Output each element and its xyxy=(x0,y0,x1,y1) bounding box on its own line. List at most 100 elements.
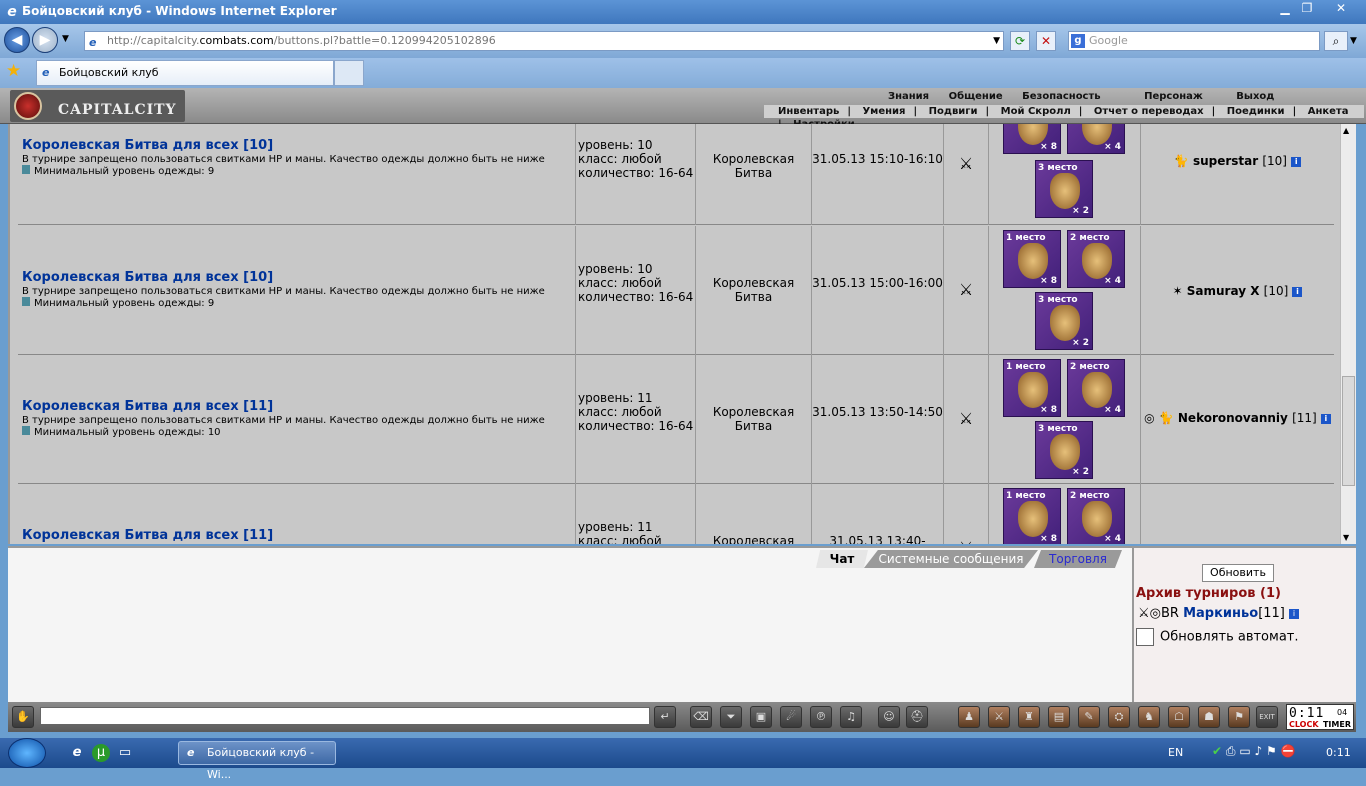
tab-chat[interactable]: Чат xyxy=(816,550,868,568)
monk-icon[interactable]: ♟ xyxy=(958,706,980,728)
taskbar-clock[interactable]: 0:11 xyxy=(1326,746,1351,759)
pl-icon[interactable]: ℗ xyxy=(810,706,832,728)
prize-first[interactable]: 1 место × 8 xyxy=(1003,488,1061,544)
search-icon[interactable]: ⌕ xyxy=(1324,31,1348,51)
flag-icon[interactable]: ⚑ xyxy=(1228,706,1250,728)
save-icon[interactable]: ▣ xyxy=(750,706,772,728)
crossed-swords-icon[interactable]: ⚔ xyxy=(944,124,989,225)
winner-name[interactable]: Nekoronovanniy xyxy=(1178,411,1288,425)
tournament-scrollbar[interactable]: ▲ ▼ xyxy=(1340,124,1356,544)
tab-trade[interactable]: Торговля xyxy=(1034,550,1122,568)
address-dropdown-icon[interactable]: ▼ xyxy=(993,32,1000,50)
address-bar[interactable]: e http://capitalcity.combats.com/buttons… xyxy=(84,31,1004,51)
stop-icon[interactable]: ✕ xyxy=(1036,31,1056,51)
ie-quicklaunch-icon[interactable]: e xyxy=(68,744,86,762)
archive-link[interactable]: Архив турниров (1) xyxy=(1136,586,1281,601)
prize-second[interactable]: × 4 xyxy=(1067,124,1125,154)
prize-first[interactable]: × 8 xyxy=(1003,124,1061,154)
exit-icon[interactable]: EXIT xyxy=(1256,706,1278,728)
search-options-icon[interactable]: ▼ xyxy=(1350,36,1357,46)
submenu-my-scroll[interactable]: Мой Скролл xyxy=(1001,105,1071,118)
crossed-swords-icon[interactable]: ⚔ xyxy=(944,355,989,484)
fighter-icon[interactable]: ☄ xyxy=(780,706,802,728)
language-indicator[interactable]: EN xyxy=(1168,746,1183,759)
sword-icon[interactable]: ⚔ xyxy=(988,706,1010,728)
submenu-battles[interactable]: Поединки xyxy=(1227,105,1285,118)
prize-third[interactable]: 3 место × 2 xyxy=(1035,292,1093,350)
capitalcity-logo[interactable]: CAPITALCITY xyxy=(10,90,185,122)
tray-shield-icon[interactable]: ✔ xyxy=(1212,744,1222,758)
tournament-title[interactable]: Королевская Битва для всех [11] xyxy=(22,528,575,543)
tray-antivirus-icon[interactable]: ⛔ xyxy=(1281,744,1296,758)
submenu-skills[interactable]: Умения xyxy=(862,105,905,118)
armor-icon[interactable]: ♞ xyxy=(1138,706,1160,728)
info-icon[interactable]: i xyxy=(1291,156,1302,167)
scroll-down-icon[interactable]: ▼ xyxy=(1343,533,1349,542)
history-dropdown-icon[interactable]: ▼ xyxy=(62,34,69,44)
info-icon[interactable]: i xyxy=(1320,413,1331,424)
submenu-inventory[interactable]: Инвентарь xyxy=(778,105,839,118)
map-icon[interactable]: ⛭ xyxy=(1108,706,1130,728)
maximize-icon[interactable]: ❐ xyxy=(1296,0,1318,18)
search-input[interactable]: g Google xyxy=(1068,31,1320,51)
prize-first[interactable]: 1 место × 8 xyxy=(1003,230,1061,288)
auto-refresh-checkbox[interactable] xyxy=(1136,628,1154,646)
prize-third[interactable]: 3 место × 2 xyxy=(1035,421,1093,479)
submenu-feats[interactable]: Подвиги xyxy=(929,105,978,118)
sound-icon[interactable]: ♫ xyxy=(840,706,862,728)
helmet-icon[interactable]: ⛑ xyxy=(906,706,928,728)
clear-icon[interactable]: ⌫ xyxy=(690,706,712,728)
taskbar-ie-window[interactable]: e Бойцовский клуб - Wi... xyxy=(178,741,336,781)
menu-knowledge[interactable]: Знания xyxy=(888,91,929,102)
close-icon[interactable]: ✕ xyxy=(1330,0,1352,18)
start-button[interactable] xyxy=(8,738,46,768)
menu-communication[interactable]: Общение xyxy=(949,91,1003,102)
submenu-profile[interactable]: Анкета xyxy=(1308,105,1349,118)
new-tab-button[interactable] xyxy=(334,60,364,86)
info-icon[interactable]: i xyxy=(1292,286,1303,297)
bag-icon[interactable]: ♜ xyxy=(1018,706,1040,728)
scroll-up-icon[interactable]: ▲ xyxy=(1343,126,1349,135)
smiley-icon[interactable]: ☺ xyxy=(878,706,900,728)
prize-third[interactable]: 3 место × 2 xyxy=(1035,160,1093,218)
menu-character[interactable]: Персонаж xyxy=(1144,91,1203,102)
winner-name[interactable]: Samuray X xyxy=(1187,284,1260,298)
menu-security[interactable]: Безопасность xyxy=(1022,91,1101,102)
refresh-icon[interactable]: ⟳ xyxy=(1010,31,1030,51)
group-icon[interactable]: ☖ xyxy=(1168,706,1190,728)
favorites-star-icon[interactable]: ★ xyxy=(6,61,21,81)
tray-flag-icon[interactable]: ⚑ xyxy=(1266,744,1277,758)
tournament-title[interactable]: Королевская Битва для всех [11] xyxy=(22,399,575,414)
filter-icon[interactable]: ⏷ xyxy=(720,706,742,728)
tournament-title[interactable]: Королевская Битва для всех [10] xyxy=(22,138,575,153)
hand-icon[interactable]: ✋ xyxy=(12,706,34,728)
prize-second[interactable]: 2 место × 4 xyxy=(1067,359,1125,417)
desktop-icon[interactable]: ▭ xyxy=(116,744,134,762)
tournament-title[interactable]: Королевская Битва для всех [10] xyxy=(22,270,575,285)
scroll-tool-icon[interactable]: ✎ xyxy=(1078,706,1100,728)
back-icon[interactable]: ◀ xyxy=(4,27,30,53)
menu-exit[interactable]: Выход xyxy=(1236,91,1274,102)
prize-first[interactable]: 1 место × 8 xyxy=(1003,359,1061,417)
crossed-swords-icon[interactable]: ⚔ xyxy=(944,226,989,355)
tab-system-messages[interactable]: Системные сообщения xyxy=(864,550,1038,568)
tray-volume-icon[interactable]: ♪ xyxy=(1255,744,1263,758)
chest-icon[interactable]: ▤ xyxy=(1048,706,1070,728)
forward-icon[interactable]: ▶ xyxy=(32,27,58,53)
tab-active[interactable]: e Бойцовский клуб xyxy=(36,60,334,86)
prize-second[interactable]: 2 место × 4 xyxy=(1067,488,1125,544)
tray-network-icon[interactable]: ⎙ xyxy=(1226,744,1236,758)
submenu-transfers[interactable]: Отчет о переводах xyxy=(1094,105,1204,118)
prize-second[interactable]: 2 место × 4 xyxy=(1067,230,1125,288)
refresh-button[interactable]: Обновить xyxy=(1202,564,1274,582)
crossed-swords-icon[interactable]: ⚔ xyxy=(944,484,989,544)
friends-icon[interactable]: ☗ xyxy=(1198,706,1220,728)
enter-icon[interactable]: ↵ xyxy=(654,706,676,728)
archive-user-name[interactable]: Маркиньо xyxy=(1183,606,1258,621)
scroll-thumb[interactable] xyxy=(1342,376,1355,486)
tray-monitor-icon[interactable]: ▭ xyxy=(1239,744,1250,758)
utorrent-icon[interactable]: µ xyxy=(92,744,110,762)
minimize-icon[interactable]: ▁ xyxy=(1274,0,1296,18)
chat-pane[interactable]: Чат Системные сообщения Торговля xyxy=(8,546,1132,702)
chat-input[interactable] xyxy=(40,707,650,725)
